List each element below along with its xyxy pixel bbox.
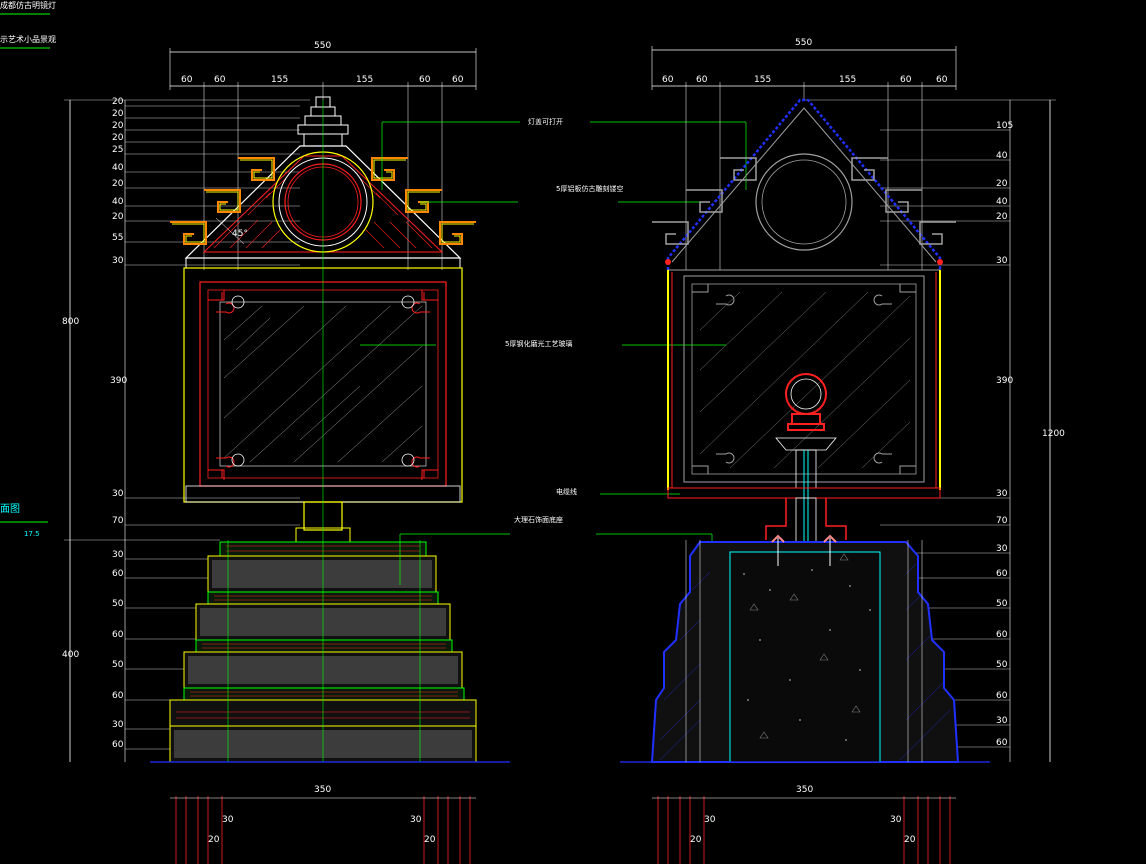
small-number: 17.5 xyxy=(24,530,40,538)
note-glass: 5厚钢化磨光工艺玻璃 xyxy=(505,339,572,348)
left-stack-dimension-label: 20 xyxy=(112,133,124,143)
right-stack-dimension-label: 40 xyxy=(996,197,1008,207)
left-width-total: 550 xyxy=(314,41,331,51)
left-stack-dimension-label: 40 xyxy=(112,197,124,207)
left-head-height: 800 xyxy=(62,317,79,327)
right-stack-dimension-label: 60 xyxy=(996,691,1008,701)
cad-drawing-canvas: 成都仿古明镜灯 示艺术小品景观 面图 17.5 550 60 60 155 15… xyxy=(0,0,1065,864)
left-seg-4: 155 xyxy=(356,75,373,85)
right-body-height: 390 xyxy=(996,376,1013,386)
right-stack-dimension-label: 30 xyxy=(996,544,1008,554)
right-stack-dimension-label: 60 xyxy=(996,630,1008,640)
left-stack-dimension-label: 25 xyxy=(112,145,123,155)
left-body-height: 390 xyxy=(110,376,127,386)
right-bottom-mark-3: 30 xyxy=(890,815,902,825)
right-stack-dimension-label: 30 xyxy=(996,489,1008,499)
left-base-height: 400 xyxy=(62,650,79,660)
right-bottom-mark-2: 20 xyxy=(690,835,702,845)
left-base-width: 350 xyxy=(314,785,331,795)
left-stack-dimension-label: 70 xyxy=(112,516,124,526)
right-roof xyxy=(652,98,956,270)
right-seg-2: 60 xyxy=(696,75,708,85)
left-bottom-mark-3: 30 xyxy=(410,815,422,825)
right-seg-1: 60 xyxy=(662,75,674,85)
left-seg-1: 60 xyxy=(181,75,193,85)
left-seg-5: 60 xyxy=(419,75,431,85)
left-stack-dimension-label: 60 xyxy=(112,569,124,579)
left-seg-6: 60 xyxy=(452,75,464,85)
right-seg-3: 155 xyxy=(754,75,771,85)
left-bottom-mark-4: 20 xyxy=(424,835,436,845)
right-stack-dimension-label: 50 xyxy=(996,660,1008,670)
right-stack-dimension-label: 50 xyxy=(996,599,1008,609)
right-stack-dimension-label: 30 xyxy=(996,256,1008,266)
svg-text:45°: 45° xyxy=(232,229,248,239)
right-stack-dimension-label: 20 xyxy=(996,212,1008,222)
right-seg-4: 155 xyxy=(839,75,856,85)
left-stack-dimension-label: 40 xyxy=(112,163,124,173)
left-stack-dimension-label: 30 xyxy=(112,489,124,499)
left-stack-dimension-label: 50 xyxy=(112,599,124,609)
left-elevation: 550 60 60 155 155 60 60 800 400 390 20 20… xyxy=(62,41,510,864)
left-stack-dimension-label: 50 xyxy=(112,660,124,670)
right-stack-dimension-label: 40 xyxy=(996,151,1008,161)
left-stack-dimension-label: 20 xyxy=(112,97,124,107)
left-stack-dimension-label: 20 xyxy=(112,121,124,131)
note-top-cover: 灯盖可打开 xyxy=(528,117,563,126)
right-section: 550 60 60 155 155 60 60 1200 390 105 40 20… xyxy=(620,38,1065,864)
left-stack-dimension-label: 60 xyxy=(112,691,124,701)
title-top: 成都仿古明镜灯 xyxy=(0,0,56,10)
left-stack-dimension-label: 30 xyxy=(112,720,124,730)
right-bottom-mark-4: 20 xyxy=(904,835,916,845)
right-stack-dimension-label: 60 xyxy=(996,569,1008,579)
right-seg-5: 60 xyxy=(900,75,912,85)
left-stack-dimension-label: 20 xyxy=(112,212,124,222)
left-stack-dimension-label: 20 xyxy=(112,109,124,119)
title-left-bottom: 面图 xyxy=(0,503,20,515)
left-stack-dimension-label: 30 xyxy=(112,550,124,560)
right-base xyxy=(620,534,990,763)
left-bottom-mark-1: 30 xyxy=(222,815,234,825)
title-block: 成都仿古明镜灯 示艺术小品景观 面图 17.5 xyxy=(0,0,56,538)
left-stack-dimension-label: 60 xyxy=(112,740,124,750)
right-stack-dimension-label: 20 xyxy=(996,179,1008,189)
right-width-total: 550 xyxy=(795,38,812,48)
right-stack-dimension-label: 70 xyxy=(996,516,1008,526)
right-bottom-mark-1: 30 xyxy=(704,815,716,825)
right-stack-dimension-label: 30 xyxy=(996,716,1008,726)
left-seg-2: 60 xyxy=(214,75,226,85)
left-bottom-mark-2: 20 xyxy=(208,835,220,845)
left-seg-3: 155 xyxy=(271,75,288,85)
right-foundation xyxy=(652,796,956,864)
note-roof: 5厚铝板仿古雕刻镂空 xyxy=(556,184,623,193)
title-sub: 示艺术小品景观 xyxy=(0,34,56,44)
right-stack-dimension-label: 105 xyxy=(996,121,1013,131)
right-lamp-body xyxy=(667,269,941,548)
note-cable: 电缆线 xyxy=(556,487,577,496)
note-base: 大理石饰面底座 xyxy=(514,515,563,524)
left-stack-dimension-label: 20 xyxy=(112,179,124,189)
right-base-width: 350 xyxy=(796,785,813,795)
left-foundation xyxy=(170,796,476,864)
left-stack-dimension-label: 60 xyxy=(112,630,124,640)
left-stack-dimension-label: 55 xyxy=(112,233,123,243)
left-stack-dimension-label: 30 xyxy=(112,256,124,266)
right-total-height: 1200 xyxy=(1042,429,1065,439)
right-stack-dimension-label: 60 xyxy=(996,738,1008,748)
right-seg-6: 60 xyxy=(936,75,948,85)
